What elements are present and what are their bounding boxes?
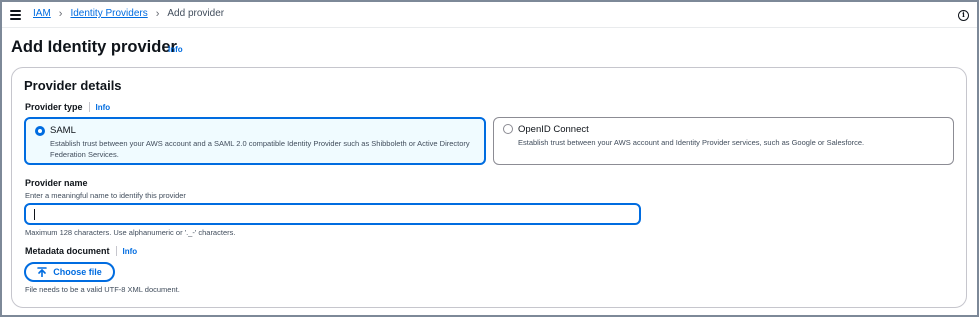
provider-name-constraint: Maximum 128 characters. Use alphanumeric… <box>25 228 236 237</box>
breadcrumb-current: Add provider <box>167 8 225 19</box>
provider-name-description: Enter a meaningful name to identify this… <box>25 191 186 200</box>
provider-type-label: Provider type <box>25 102 83 112</box>
top-bar: IAM › Identity Providers › Add provider … <box>2 2 977 28</box>
provider-type-label-group: Provider type Info <box>25 102 110 112</box>
choose-file-label: Choose file <box>53 267 102 277</box>
metadata-constraint: File needs to be a valid UTF-8 XML docum… <box>25 285 180 294</box>
saml-radio[interactable] <box>35 126 45 136</box>
provider-option-openid-connect[interactable]: OpenID Connect Establish trust between y… <box>493 117 954 165</box>
info-circle-icon[interactable]: i <box>958 10 969 21</box>
provider-option-saml[interactable]: SAML Establish trust between your AWS ac… <box>24 117 486 165</box>
breadcrumb: IAM › Identity Providers › Add provider <box>33 8 224 19</box>
saml-title: SAML <box>50 125 76 136</box>
upload-arrow-icon <box>37 267 48 277</box>
text-caret <box>34 209 35 220</box>
label-divider <box>115 246 117 256</box>
provider-details-container <box>11 67 967 308</box>
choose-file-button[interactable]: Choose file <box>24 262 115 282</box>
label-divider <box>88 102 90 112</box>
page-title: Add Identity provider <box>11 38 177 56</box>
metadata-label-group: Metadata document Info <box>25 246 137 256</box>
chevron-right-icon: › <box>155 7 160 20</box>
chevron-right-icon: › <box>58 7 63 20</box>
metadata-document-label: Metadata document <box>25 246 110 256</box>
provider-type-info-link[interactable]: Info <box>96 103 111 112</box>
openid-connect-title: OpenID Connect <box>518 124 589 135</box>
page-info-link[interactable]: Info <box>168 45 183 54</box>
provider-name-label: Provider name <box>25 178 88 188</box>
breadcrumb-iam-link[interactable]: IAM <box>33 8 51 19</box>
metadata-info-link[interactable]: Info <box>123 247 138 256</box>
hamburger-menu-icon[interactable] <box>10 10 21 20</box>
openid-connect-description: Establish trust between your AWS account… <box>518 138 865 147</box>
breadcrumb-identity-providers-link[interactable]: Identity Providers <box>70 8 147 19</box>
provider-name-input[interactable] <box>24 203 641 225</box>
saml-description: Establish trust between your AWS account… <box>50 139 470 159</box>
openid-connect-radio[interactable] <box>503 124 513 134</box>
section-title: Provider details <box>24 78 122 93</box>
